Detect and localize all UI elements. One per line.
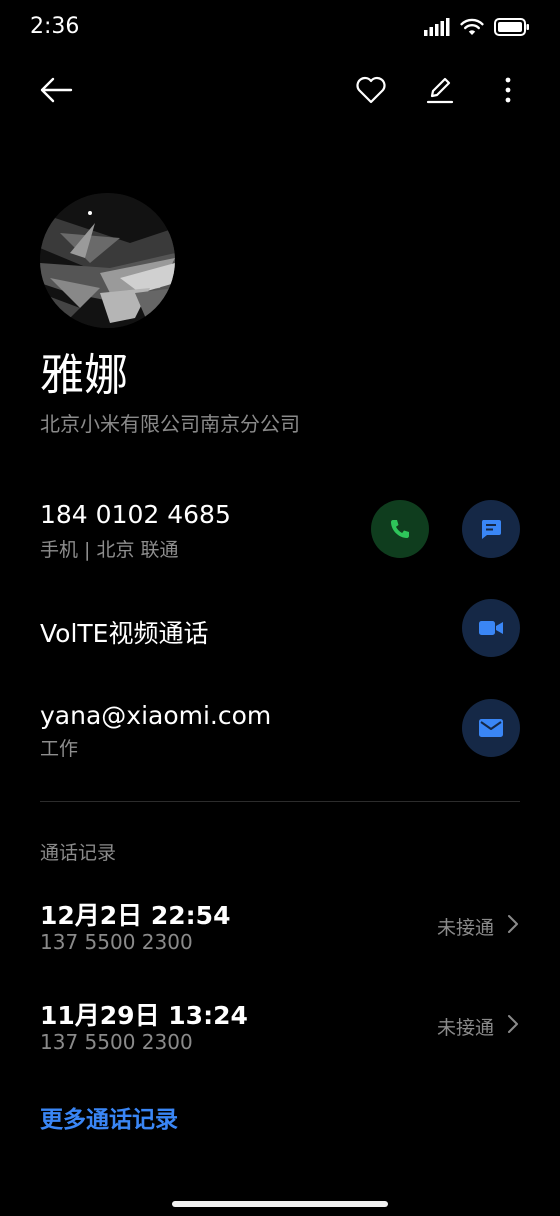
more-call-log-link[interactable]: 更多通话记录	[40, 1100, 178, 1134]
heart-icon	[356, 76, 386, 104]
chevron-right-icon[interactable]	[506, 914, 520, 934]
message-button[interactable]	[462, 500, 520, 558]
wifi-icon	[460, 18, 484, 35]
signal-icon	[424, 18, 450, 36]
email-button[interactable]	[462, 699, 520, 757]
call-log-number: 137 5500 2300	[40, 1030, 193, 1054]
video-call-label[interactable]: VolTE视频通话	[40, 614, 208, 650]
favorite-button[interactable]	[349, 68, 393, 112]
call-log-number: 137 5500 2300	[40, 930, 193, 954]
mail-icon	[479, 719, 503, 737]
email-address[interactable]: yana@xiaomi.com	[40, 701, 271, 730]
contact-name: 雅娜	[40, 350, 128, 401]
status-time: 2:36	[30, 14, 80, 39]
call-button[interactable]	[371, 500, 429, 558]
phone-icon	[391, 520, 409, 538]
status-icons	[424, 18, 530, 36]
call-log-status: 未接通	[436, 917, 494, 939]
more-icon	[505, 77, 511, 103]
divider	[40, 801, 520, 802]
status-bar: 2:36	[0, 0, 560, 58]
home-indicator[interactable]	[172, 1201, 388, 1207]
video-icon	[479, 621, 503, 635]
call-log-title: 通话记录	[40, 842, 117, 864]
chevron-right-icon[interactable]	[506, 1014, 520, 1034]
top-bar	[0, 66, 560, 114]
call-log-status: 未接通	[436, 1017, 494, 1039]
phone-number[interactable]: 184 0102 4685	[40, 500, 231, 529]
battery-icon	[494, 18, 529, 36]
email-type: 工作	[40, 738, 79, 760]
call-log-datetime: 12月2日 22:54	[40, 901, 231, 930]
avatar-image	[40, 193, 175, 328]
message-icon	[481, 520, 501, 539]
avatar[interactable]	[40, 193, 175, 328]
call-log-datetime: 11月29日 13:24	[40, 1001, 248, 1030]
edit-button[interactable]	[418, 68, 462, 112]
contact-company: 北京小米有限公司南京分公司	[40, 412, 300, 436]
back-arrow-icon	[40, 77, 73, 103]
more-options-button[interactable]	[486, 68, 530, 112]
phone-detail: 手机 | 北京 联通	[40, 539, 179, 561]
back-button[interactable]	[34, 68, 78, 112]
video-call-button[interactable]	[462, 599, 520, 657]
edit-icon	[426, 77, 454, 104]
